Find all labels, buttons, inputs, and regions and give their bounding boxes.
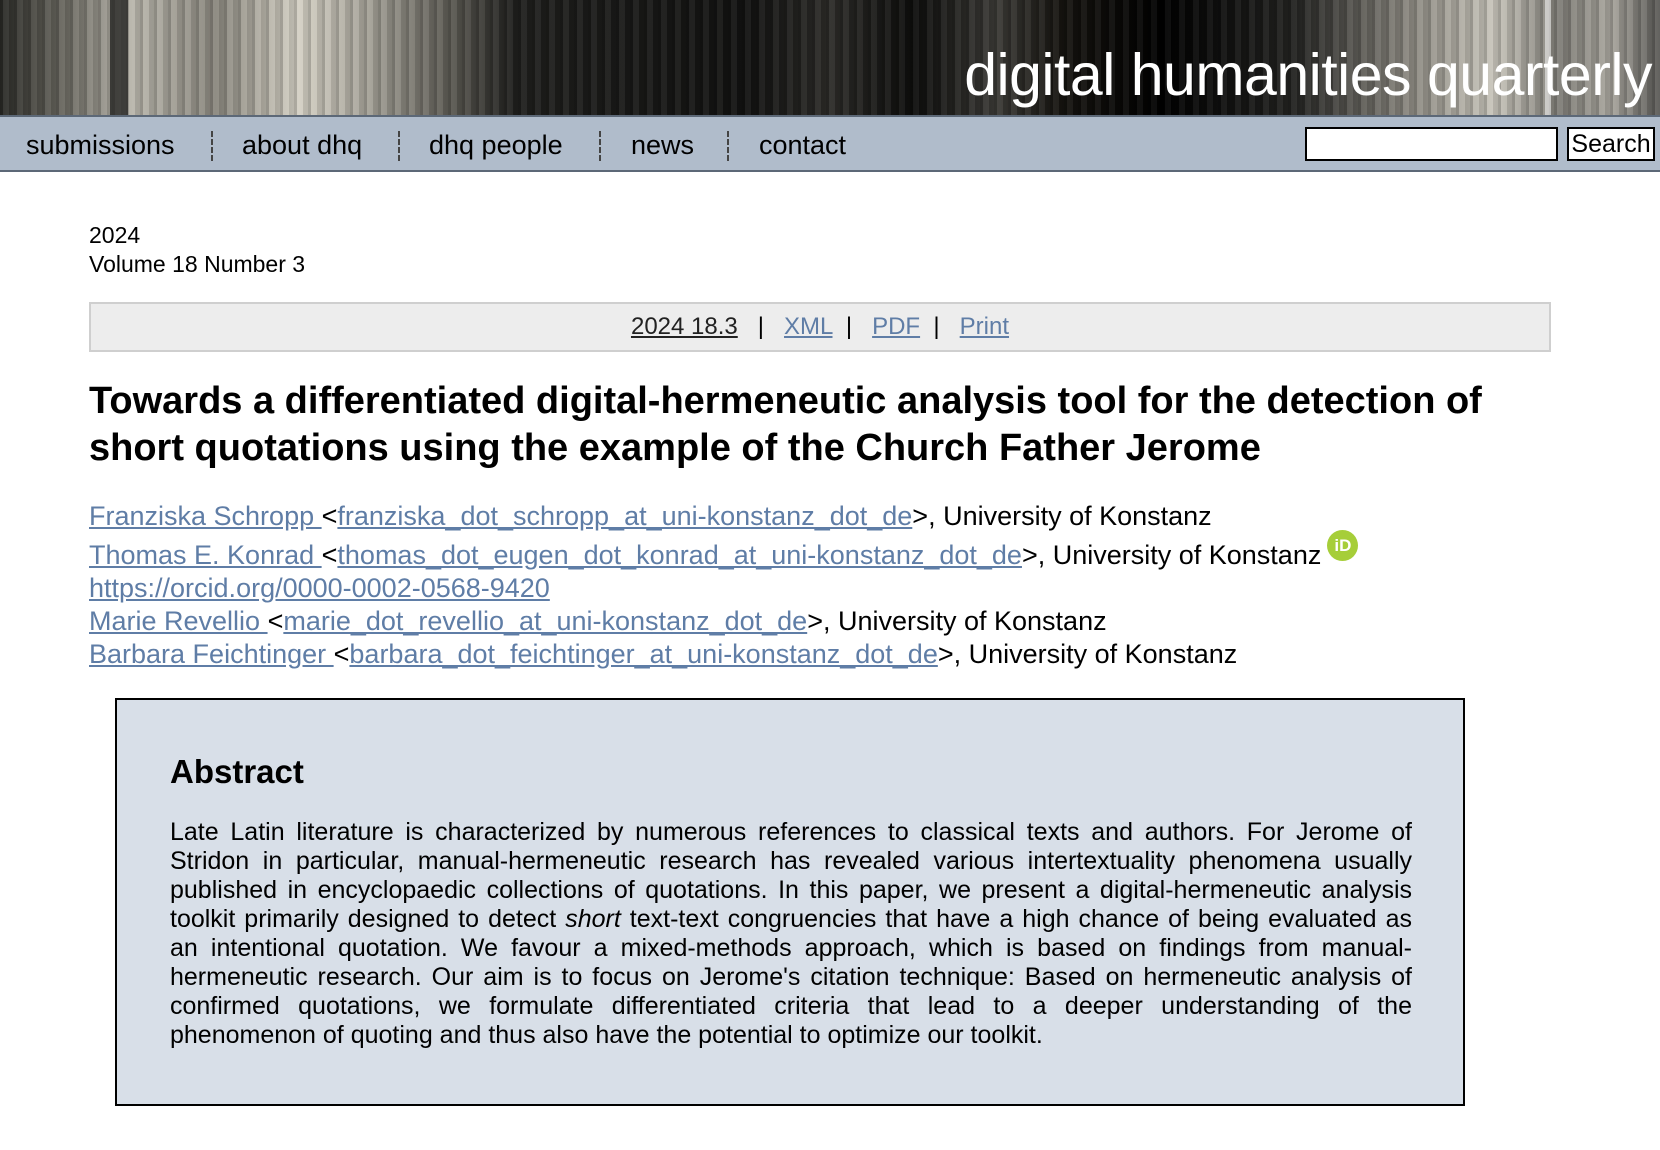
abstract-heading: Abstract [170,753,304,790]
author-name-link[interactable]: Franziska Schropp [89,501,322,531]
author-line: Franziska Schropp <franziska_dot_schropp… [89,501,1212,531]
author-email-link[interactable]: barbara_dot_feichtinger_at_uni-konstanz_… [349,639,937,669]
nav-dhq-people[interactable]: dhq people [429,130,563,160]
author-affiliation: >, University of Konstanz [1021,540,1322,570]
author-line: Marie Revellio <marie_dot_revellio_at_un… [89,606,1107,636]
abstract-text: Late Latin literature is characterized b… [170,818,1412,1049]
orcid-icon[interactable]: iD [1327,530,1359,561]
abstract-box: Abstract Late Latin literature is charac… [115,698,1465,1106]
nav-contact[interactable]: contact [759,130,846,160]
xml-link[interactable]: XML [784,313,832,340]
author-email-link[interactable]: franziska_dot_schropp_at_uni-konstanz_do… [337,501,912,531]
banner-pillar-left [110,0,128,115]
issue-year: 2024 [89,222,141,248]
author-name-link[interactable]: Barbara Feichtinger [89,639,334,669]
nav-separator [211,131,213,161]
author-affiliation: >, University of Konstanz [807,606,1107,636]
nav-news[interactable]: news [631,130,694,160]
orcid-link[interactable]: https://orcid.org/0000-0002-0568-9420 [89,573,550,603]
nav-submissions[interactable]: submissions [26,130,175,160]
article-toolbar: 2024 18.3 | XML | PDF | Print [89,302,1551,352]
abstract-emphasis: short [565,905,621,933]
nav-separator [727,131,729,161]
author-line: Barbara Feichtinger <barbara_dot_feichti… [89,639,1238,669]
issue-link[interactable]: 2024 18.3 [631,313,738,340]
author-email-link[interactable]: thomas_dot_eugen_dot_konrad_at_uni-konst… [337,540,1022,570]
nav-bar: submissions about dhq dhq people news co… [0,115,1660,172]
site-banner: digital humanities quarterly [0,0,1660,115]
issue-volume: Volume 18 Number 3 [89,251,306,277]
nav-separator [599,131,601,161]
nav-separator [398,131,400,161]
author-line: https://orcid.org/0000-0002-0568-9420 [89,572,550,605]
search-input[interactable] [1305,127,1558,161]
author-line: Thomas E. Konrad <thomas_dot_eugen_dot_k… [89,530,1359,572]
pdf-link[interactable]: PDF [872,313,920,340]
author-affiliation: >, University of Konstanz [912,501,1212,531]
author-name-link[interactable]: Thomas E. Konrad [89,540,322,570]
author-affiliation: >, University of Konstanz [937,639,1238,669]
site-title[interactable]: digital humanities quarterly [964,40,1652,110]
article-title: Towards a differentiated digital-hermene… [89,380,1482,469]
search-button[interactable]: Search [1567,127,1655,161]
author-name-link[interactable]: Marie Revellio [89,606,268,636]
nav-about-dhq[interactable]: about dhq [242,130,362,160]
print-link[interactable]: Print [960,313,1009,340]
author-email-link[interactable]: marie_dot_revellio_at_uni-konstanz_dot_d… [283,606,807,636]
